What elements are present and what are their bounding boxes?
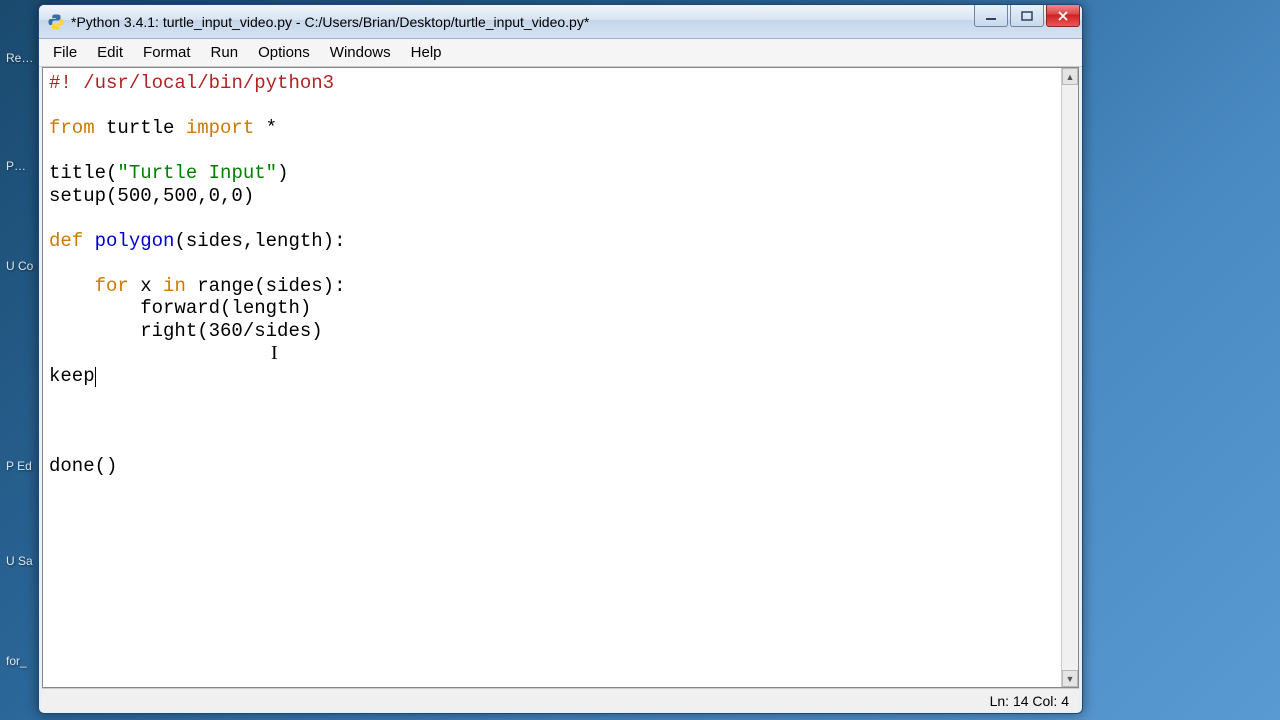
- vertical-scrollbar[interactable]: ▲ ▼: [1061, 68, 1078, 687]
- python-icon: [47, 13, 65, 31]
- maximize-button[interactable]: [1010, 5, 1044, 27]
- statusbar: Ln: 14 Col: 4: [42, 688, 1079, 712]
- scroll-up-button[interactable]: ▲: [1062, 68, 1078, 85]
- close-button[interactable]: [1046, 5, 1080, 27]
- string-literal: "Turtle Input": [117, 162, 277, 184]
- caret: [95, 367, 97, 387]
- minimize-button[interactable]: [974, 5, 1008, 27]
- desktop-icon[interactable]: U Sa: [6, 555, 34, 568]
- menu-windows[interactable]: Windows: [320, 41, 401, 64]
- kw-def: def: [49, 230, 83, 252]
- window-title: *Python 3.4.1: turtle_input_video.py - C…: [71, 14, 1076, 30]
- titlebar[interactable]: *Python 3.4.1: turtle_input_video.py - C…: [39, 5, 1082, 39]
- desktop-icon[interactable]: Re…: [6, 52, 34, 65]
- desktop-icon[interactable]: U Co: [6, 260, 34, 273]
- editor-area: #! /usr/local/bin/python3 from turtle im…: [42, 67, 1079, 688]
- kw-for: for: [95, 275, 129, 297]
- scroll-down-button[interactable]: ▼: [1062, 670, 1078, 687]
- menubar: File Edit Format Run Options Windows Hel…: [39, 39, 1082, 67]
- desktop-icon[interactable]: P Ed: [6, 460, 34, 473]
- desktop-icon[interactable]: P…: [6, 160, 34, 173]
- kw-from: from: [49, 117, 95, 139]
- kw-in: in: [163, 275, 186, 297]
- menu-format[interactable]: Format: [133, 41, 201, 64]
- mouse-ibeam: I: [271, 342, 278, 365]
- kw-import: import: [186, 117, 254, 139]
- scroll-track[interactable]: [1062, 85, 1078, 670]
- menu-edit[interactable]: Edit: [87, 41, 133, 64]
- menu-file[interactable]: File: [43, 41, 87, 64]
- menu-run[interactable]: Run: [201, 41, 249, 64]
- cursor-position: Ln: 14 Col: 4: [990, 693, 1069, 709]
- code-editor[interactable]: #! /usr/local/bin/python3 from turtle im…: [43, 68, 1061, 687]
- window-controls: [974, 5, 1080, 27]
- def-name: polygon: [83, 230, 174, 252]
- shebang: #! /usr/local/bin/python3: [49, 72, 334, 94]
- menu-options[interactable]: Options: [248, 41, 320, 64]
- desktop-icon[interactable]: for_: [6, 655, 34, 668]
- idle-window: *Python 3.4.1: turtle_input_video.py - C…: [38, 4, 1083, 714]
- menu-help[interactable]: Help: [401, 41, 452, 64]
